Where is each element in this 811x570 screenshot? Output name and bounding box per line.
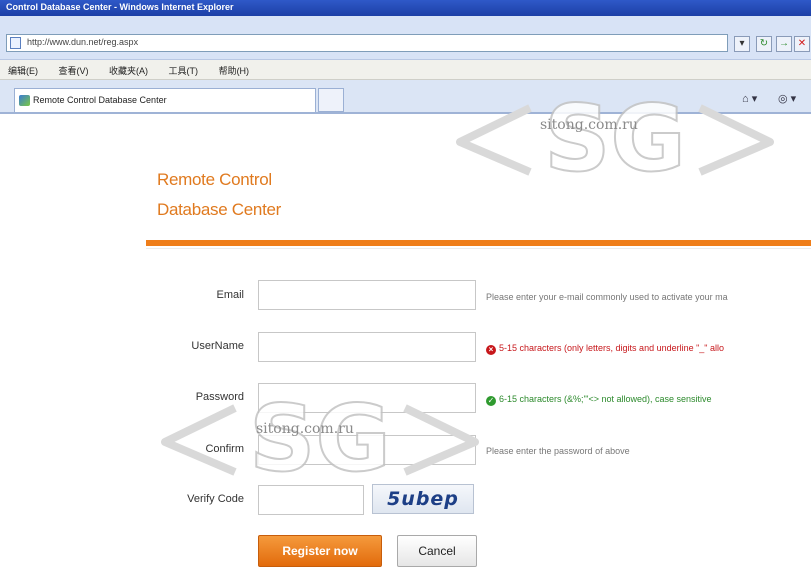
feeds-icon[interactable]: ◎ ▾ [778,88,796,112]
email-hint: Please enter your e-mail commonly used t… [486,292,728,302]
username-field[interactable] [258,332,476,362]
logo-line-1: Remote Control [157,170,272,189]
address-bar-row: http://www.dun.net/reg.aspx ▾ ↻ → ✕ [0,16,811,60]
password-label: Password [195,391,244,403]
menu-help[interactable]: 帮助(H) [219,64,250,77]
confirm-password-field[interactable] [258,435,476,465]
tab-remote-control[interactable]: Remote Control Database Center [14,88,316,112]
email-label: Email [216,289,244,301]
register-button[interactable]: Register now [258,535,382,567]
username-label: UserName [191,340,244,352]
address-text: http://www.dun.net/reg.aspx [27,37,139,47]
site-logo: Remote Control Database Center [157,170,357,230]
stop-icon[interactable]: ✕ [794,36,810,52]
cancel-button[interactable]: Cancel [397,535,477,567]
check-icon: ✓ [486,396,496,406]
menu-edit[interactable]: 编辑(E) [8,64,38,77]
captcha-image[interactable]: 5ubep [372,484,474,514]
window-title: Control Database Center - Windows Intern… [0,0,811,16]
favicon-icon [19,95,30,106]
menu-tools[interactable]: 工具(T) [169,64,199,77]
verify-code-field[interactable] [258,485,364,515]
password-field[interactable] [258,383,476,413]
error-icon: × [486,345,496,355]
username-hint-text: 5-15 characters (only letters, digits an… [499,343,725,353]
address-input[interactable]: http://www.dun.net/reg.aspx [6,34,728,52]
verify-code-label: Verify Code [187,493,244,505]
go-icon[interactable]: → [776,36,792,52]
home-icon[interactable]: ⌂ ▾ [742,88,757,112]
watermark-text-top: sitong.com.ru [540,117,638,133]
watermark-text-middle: sitong.com.ru [256,421,354,437]
confirm-label: Confirm [205,443,244,455]
menu-favorites[interactable]: 收藏夹(A) [109,64,148,77]
confirm-hint: Please enter the password of above [486,446,630,456]
new-tab-button[interactable] [318,88,344,112]
refresh-icon[interactable]: ↻ [756,36,772,52]
username-hint: × 5-15 characters (only letters, digits a… [486,343,811,355]
page-icon [10,37,21,49]
header-divider [146,240,811,246]
menu-bar: 编辑(E) 查看(V) 收藏夹(A) 工具(T) 帮助(H) [0,60,811,80]
password-hint: ✓ 6-15 characters (&%;'"<> not allowed), … [486,394,811,406]
header-divider-shadow [146,248,811,249]
dropdown-icon[interactable]: ▾ [734,36,750,52]
email-field[interactable] [258,280,476,310]
menu-view[interactable]: 查看(V) [59,64,89,77]
logo-line-2: Database Center [157,200,282,219]
tab-label: Remote Control Database Center [33,95,167,105]
tab-row: Remote Control Database Center ⌂ ▾ ◎ ▾ [0,80,811,114]
password-hint-text: 6-15 characters (&%;'"<> not allowed), c… [499,394,712,404]
